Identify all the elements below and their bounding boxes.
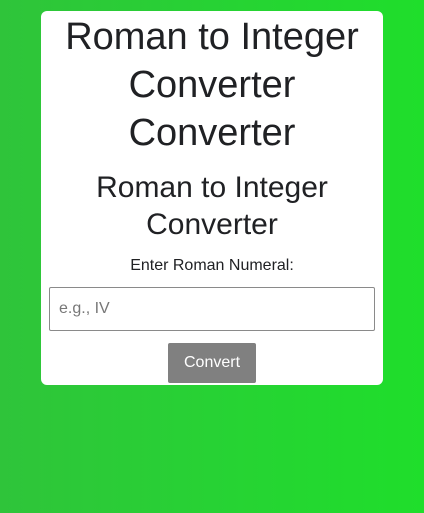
page-title-line-1: Roman to Integer [65,16,359,58]
converter-heading: Roman to Integer Converter [41,157,383,243]
converter-card: Roman to Integer Converter Converter Rom… [41,11,383,385]
convert-button[interactable]: Convert [168,343,256,383]
roman-input-label: Enter Roman Numeral: [130,257,294,274]
page-title-line-3: Converter [128,112,296,154]
converter-heading-line-1: Roman to Integer [96,171,328,204]
page-title: Roman to Integer Converter Converter [41,11,383,157]
converter-heading-line-2: Converter [146,208,278,241]
page-title-line-2: Converter [128,64,296,106]
roman-numeral-input[interactable] [49,287,375,331]
